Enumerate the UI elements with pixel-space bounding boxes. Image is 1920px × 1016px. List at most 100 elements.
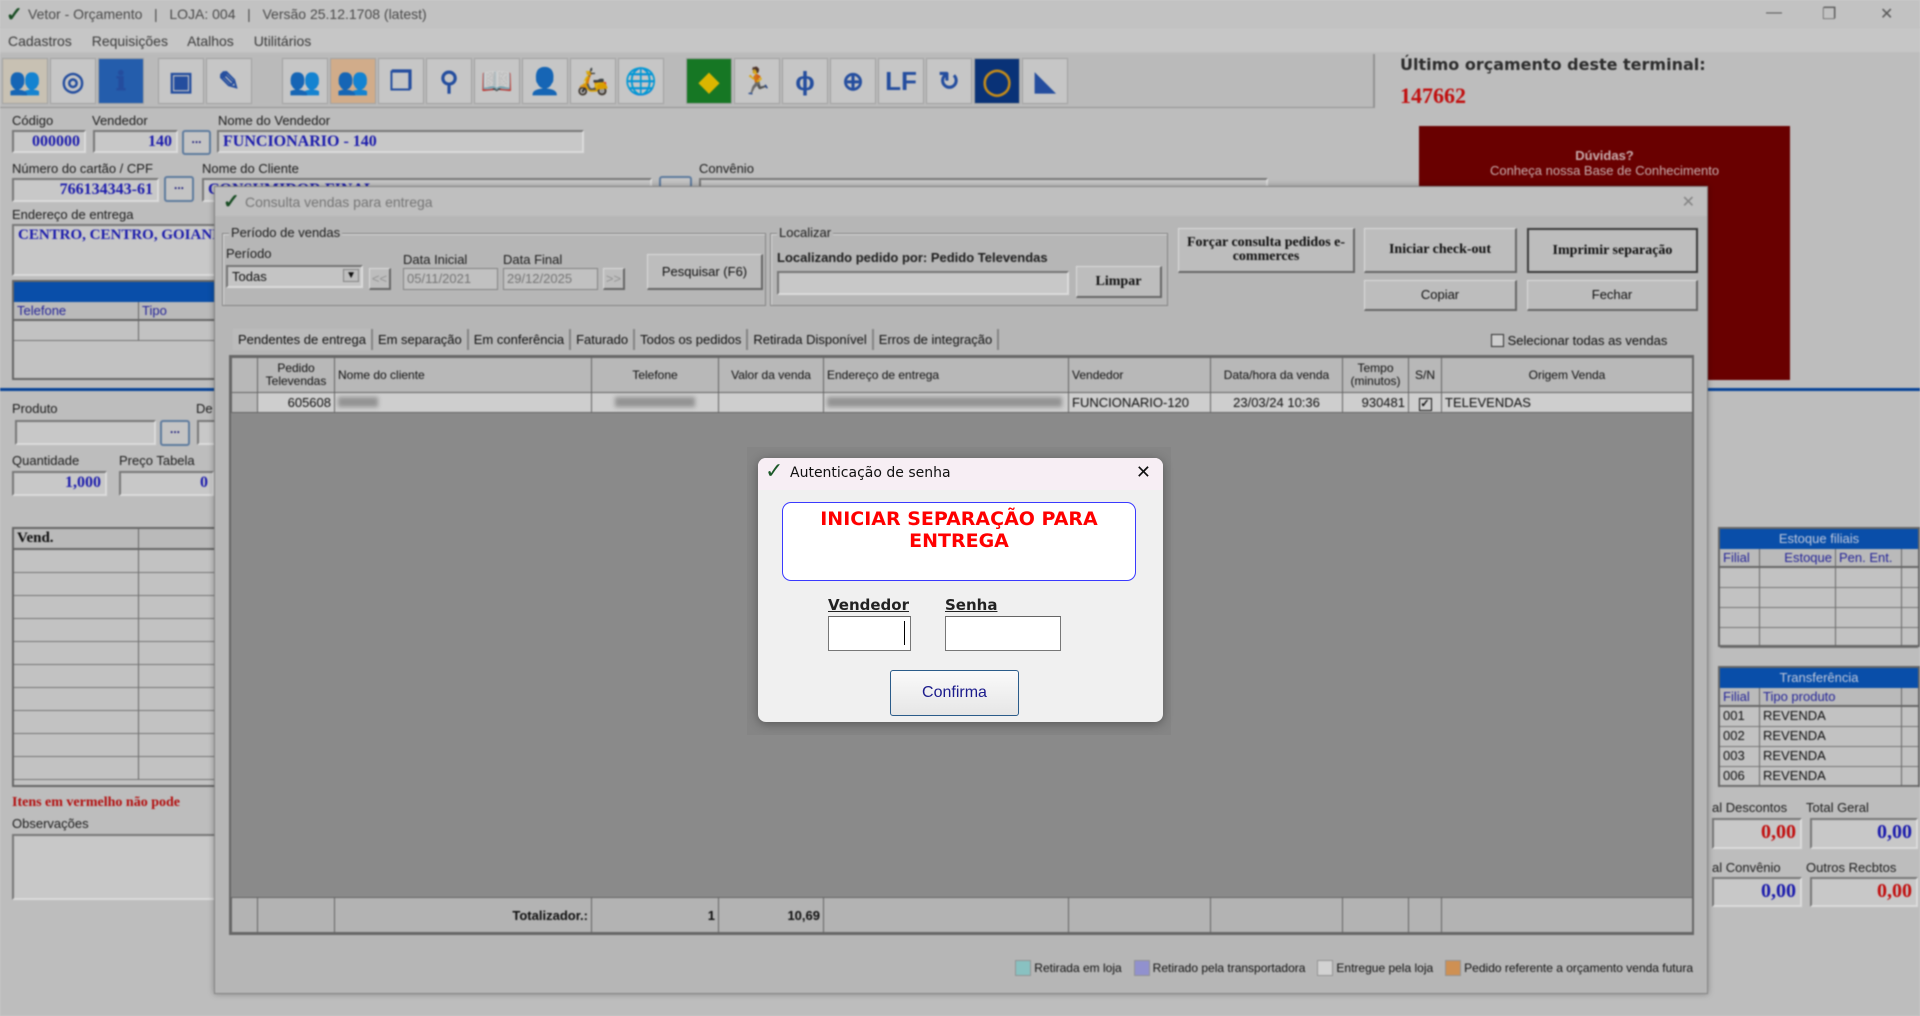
menu-atalhos[interactable]: Atalhos [187,33,234,49]
col-header-1[interactable]: Pedido Televendas [257,357,335,393]
close-button[interactable]: ✕ [1880,4,1893,24]
iniciar-checkout-button[interactable]: Iniciar check-out [1364,228,1517,273]
item-row[interactable] [14,665,220,688]
add-client-button[interactable]: 👥 [2,58,48,104]
col-header-7[interactable]: Data/hora da venda [1210,357,1343,393]
col-header-0[interactable] [231,357,258,393]
minimize-button[interactable]: — [1766,4,1782,22]
cpf-search-button[interactable]: ... [164,176,194,202]
refresh-button[interactable]: ◎ [50,58,96,104]
table-row[interactable]: 605608 FUNCIONARIO-120 23/03/24 10:36 93… [231,392,1693,413]
pesquisar-button[interactable]: Pesquisar (F6) [647,254,763,290]
prev-period-button[interactable]: << [369,268,391,290]
auth-close-button[interactable]: ✕ [1136,462,1151,483]
menu-utilitarios[interactable]: Utilitários [254,33,312,49]
auth-vendedor-input[interactable] [828,616,911,651]
person-button[interactable]: 🏃 [734,58,780,104]
produto-search-button[interactable]: ... [160,420,190,446]
codigo-label: Código [12,113,54,128]
maximize-button[interactable]: ❐ [1822,4,1836,24]
transferencia-row[interactable]: 006 REVENDA [1720,767,1918,787]
fechar-button[interactable]: Fechar [1527,280,1698,311]
col-header-2[interactable]: Nome do cliente [334,357,592,393]
plus-circle-button[interactable]: ⊕ [830,58,876,104]
col-header-4[interactable]: Valor da venda [718,357,824,393]
tab-retirada[interactable]: Retirada Disponível [748,329,874,350]
copiar-button[interactable]: Copiar [1364,280,1517,311]
limpar-button[interactable]: Limpar [1076,266,1162,298]
periodo-select[interactable]: Todas ▼ [226,265,363,288]
codigo-field[interactable]: 000000 [12,130,86,153]
data-final-field[interactable]: 29/12/2025 [503,268,598,290]
col-header-8[interactable]: Tempo (minutos) [1342,357,1409,393]
checkbox-icon[interactable] [1491,334,1504,347]
col-header-5[interactable]: Endereço de entrega [823,357,1069,393]
ring-button[interactable]: ◯ [974,58,1020,104]
col-header-6[interactable]: Vendedor [1068,357,1211,393]
item-row[interactable] [14,550,220,573]
item-row[interactable] [14,619,220,642]
menu-cadastros[interactable]: Cadastros [8,33,72,49]
select-all-checkbox[interactable]: Selecionar todas as vendas [1491,333,1667,348]
vendedor-search-button[interactable]: ... [182,130,211,155]
item-row[interactable] [14,734,220,757]
imprimir-separacao-button[interactable]: Imprimir separação [1527,228,1698,273]
next-period-button[interactable]: >> [603,268,625,290]
chevron-down-icon[interactable]: ▼ [343,269,359,282]
info-button[interactable]: ℹ [98,58,144,104]
web-store-button[interactable]: 🌐 [618,58,664,104]
quantidade-field[interactable]: 1,000 [12,471,107,496]
cpf-field[interactable]: 766134343-61 [12,178,159,202]
checkbox-checked-icon[interactable]: ✓ [1418,397,1432,411]
edit-button[interactable]: ✎ [206,58,252,104]
forcar-consulta-button[interactable]: Forçar consulta pedidos e-commerces [1178,228,1355,273]
item-row[interactable] [14,688,220,711]
clients-button[interactable]: 👥 [282,58,328,104]
col-header-10[interactable]: Origem Venda [1441,357,1693,393]
app-logo-icon: ✓ [223,191,240,213]
item-row[interactable] [14,642,220,665]
preco-field[interactable]: 0 [119,471,214,496]
consulta-close-button[interactable]: ✕ [1682,192,1695,212]
tab-faturado[interactable]: Faturado [571,329,636,350]
arrow-logo-button[interactable]: ◣ [1022,58,1068,104]
tab-erros[interactable]: Erros de integração [874,329,1000,350]
item-row[interactable] [14,757,220,780]
cell-vendedor: FUNCIONARIO-120 [1068,392,1211,413]
item-row[interactable] [14,711,220,734]
search-button[interactable]: ⚲ [426,58,472,104]
cell-sn[interactable]: ✓ [1408,392,1442,413]
tab-em-conferencia[interactable]: Em conferência [469,329,572,350]
lf-button[interactable]: LF [878,58,924,104]
col-header-9[interactable]: S/N [1408,357,1442,393]
sync-button[interactable]: ↻ [926,58,972,104]
menu-requisicoes[interactable]: Requisições [92,33,168,49]
observacoes-field[interactable] [12,834,217,900]
documents-button[interactable]: ❐ [378,58,424,104]
vendedor-field[interactable]: 140 [93,130,178,153]
produto-field[interactable] [15,420,156,445]
estoque-grid: Estoque filiais Filial Estoque Pen. Ent. [1718,527,1920,648]
dna-button[interactable]: ϕ [782,58,828,104]
periodo-label: Período [226,246,272,261]
item-row[interactable] [14,573,220,596]
item-row[interactable] [14,596,220,619]
tab-pendentes[interactable]: Pendentes de entrega [233,329,373,350]
transferencia-row[interactable]: 002 REVENDA [1720,727,1918,747]
confirma-button[interactable]: Confirma [890,670,1019,716]
tab-todos[interactable]: Todos os pedidos [635,329,749,350]
brazil-flag-button[interactable]: ◆ [686,58,732,104]
user-button[interactable]: 👤 [522,58,568,104]
tab-em-separacao[interactable]: Em separação [373,329,469,350]
nome-vendedor-field[interactable]: FUNCIONARIO - 140 [217,130,584,153]
clients-selected-button[interactable]: 👥 [330,58,376,104]
data-inicial-field[interactable]: 05/11/2021 [403,268,498,290]
auth-senha-input[interactable] [945,616,1061,651]
book-button[interactable]: 📖 [474,58,520,104]
col-header-3[interactable]: Telefone [591,357,719,393]
delivery-button[interactable]: 🛵 [570,58,616,104]
localizar-input[interactable] [777,271,1069,295]
save-button[interactable]: ▣ [158,58,204,104]
transferencia-row[interactable]: 003 REVENDA [1720,747,1918,767]
transferencia-row[interactable]: 001 REVENDA [1720,707,1918,727]
